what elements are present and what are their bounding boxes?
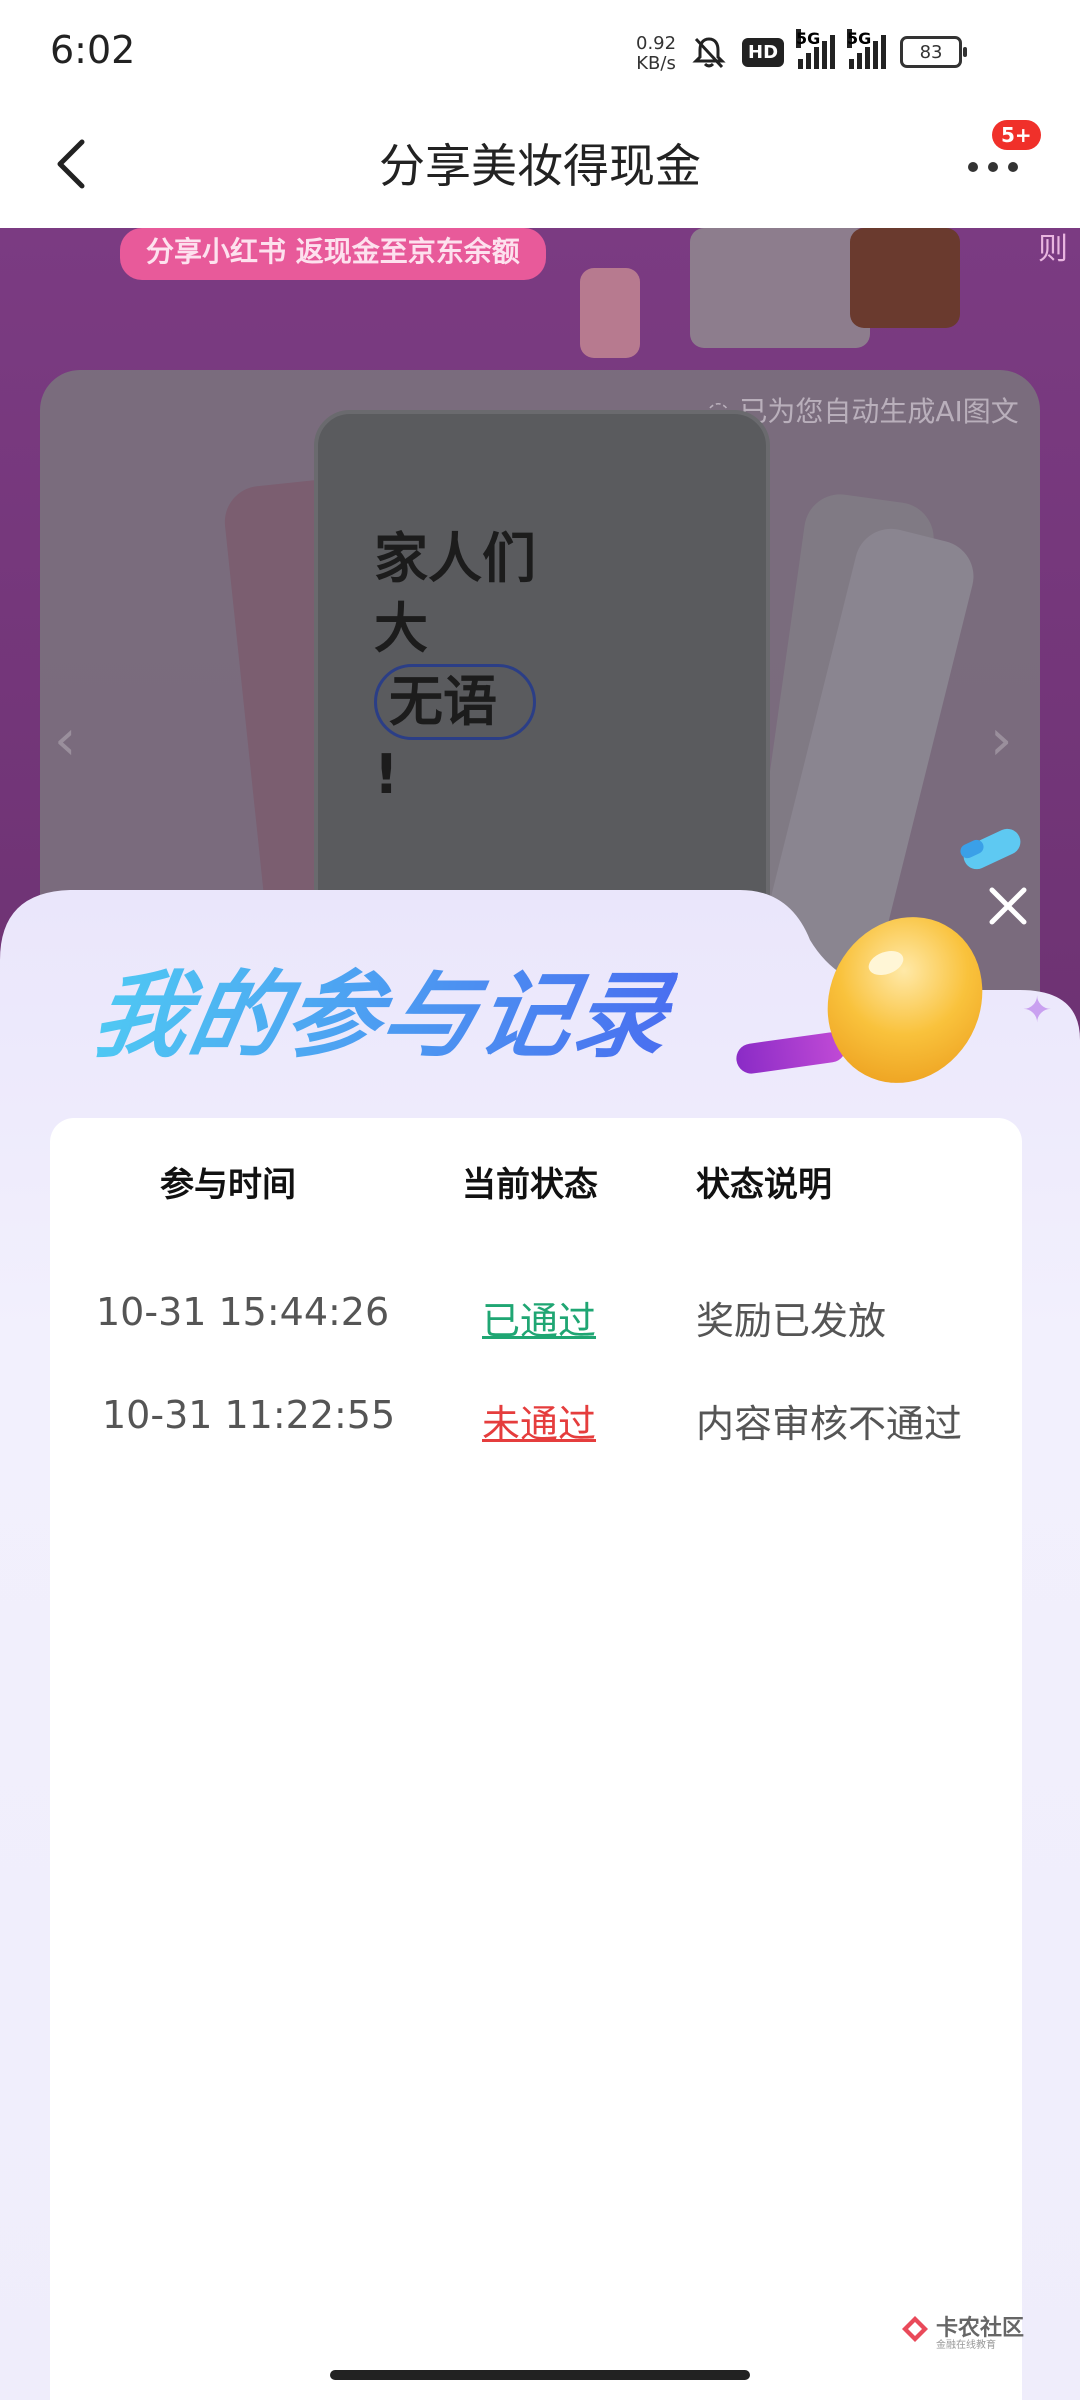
row-note: 内容审核不通过 — [696, 1402, 963, 1446]
row-time: 10-31 11:22:55 — [102, 1393, 396, 1437]
watermark-sub: 金融在线教育 — [936, 2340, 996, 2351]
row-status-fail[interactable]: 未通过 — [482, 1393, 596, 1448]
battery-icon: 83 — [900, 36, 968, 68]
signal-5g-label-2: 5G — [847, 29, 872, 48]
card-line: 家人们 — [374, 527, 536, 590]
promo-banner: 分享小红书 返现金至京东余额 — [120, 228, 546, 280]
home-indicator[interactable] — [330, 2370, 750, 2380]
hd-icon: HD — [742, 37, 785, 67]
product-image — [690, 228, 870, 348]
product-image — [580, 268, 640, 358]
signal-icon-2: 5G — [847, 29, 887, 69]
network-speed: 0.92 KB/s — [636, 34, 676, 74]
nav-bar: 分享美妆得现金 5+ — [0, 100, 1080, 228]
row-status-pass[interactable]: 已通过 — [482, 1290, 596, 1345]
card-line: ! — [374, 743, 399, 806]
header-note: 状态说明 — [696, 1165, 832, 1205]
sparkle-icon: ✦ — [1022, 990, 1053, 1031]
watermark-logo-icon — [902, 2316, 928, 2342]
signal-icon: 5G — [796, 29, 836, 69]
preview-card-text: 家人们 大 无语 ! — [374, 524, 536, 810]
mute-bell-icon — [692, 37, 726, 69]
battery-level: 83 — [919, 41, 943, 63]
notification-badge: 5+ — [992, 120, 1041, 150]
header-time: 参与时间 — [160, 1165, 296, 1205]
close-icon[interactable] — [984, 882, 1032, 930]
status-time: 6:02 — [50, 28, 136, 72]
status-bar: 6:02 0.92 KB/s HD 5G 5G 83 — [0, 0, 1080, 100]
network-speed-unit: KB/s — [636, 53, 676, 74]
status-icons: HD 5G 5G 83 — [690, 29, 968, 74]
signal-5g-label: 5G — [796, 29, 821, 48]
network-speed-value: 0.92 — [636, 33, 677, 54]
watermark: 卡农社区 金融在线教育 — [900, 2310, 1030, 2351]
row-time: 10-31 15:44:26 — [96, 1290, 390, 1334]
card-line: 大 — [374, 597, 428, 660]
modal-title: 我的参与记录 — [84, 940, 684, 1076]
row-note: 奖励已发放 — [696, 1299, 887, 1343]
chevron-right-icon[interactable]: › — [990, 708, 1012, 773]
chevron-left-icon[interactable]: ‹ — [54, 708, 76, 773]
rule-link[interactable]: 则 — [1038, 228, 1068, 268]
product-image — [850, 228, 960, 328]
header-status: 当前状态 — [462, 1165, 598, 1205]
card-line-circled: 无语 — [374, 664, 536, 740]
ai-tag-text: 已为您自动生成AI图文 — [739, 395, 1019, 428]
page-title: 分享美妆得现金 — [379, 139, 701, 193]
